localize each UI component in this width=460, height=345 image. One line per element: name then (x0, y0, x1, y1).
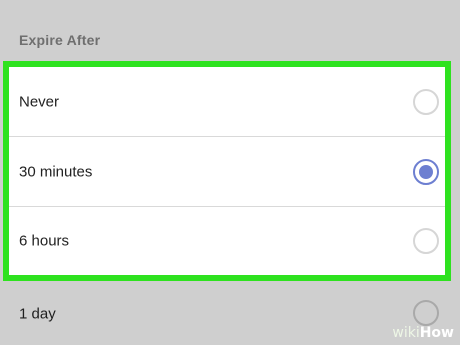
option-label: Never (19, 93, 60, 110)
option-never[interactable]: Never (9, 67, 445, 137)
option-label: 30 minutes (19, 163, 93, 180)
section-title: Expire After (19, 32, 101, 48)
option-30-minutes[interactable]: 30 minutes (9, 137, 445, 207)
option-6-hours[interactable]: 6 hours (9, 207, 445, 275)
radio-unchecked-icon[interactable] (413, 88, 439, 115)
option-label: 6 hours (19, 232, 70, 250)
radio-checked-icon[interactable] (413, 158, 439, 185)
watermark-suffix: How (419, 325, 454, 341)
watermark-prefix: wiki (392, 325, 420, 341)
radio-unchecked-icon[interactable] (413, 228, 439, 254)
option-1-day[interactable]: 1 day (0, 282, 460, 345)
wikihow-watermark: wikiHow (392, 325, 454, 341)
radio-dot (419, 164, 433, 179)
option-label: 1 day (19, 305, 56, 323)
expire-settings-screen: Expire After Never 30 minutes 6 hours 1 … (0, 0, 460, 345)
radio-unchecked-icon[interactable] (413, 300, 439, 326)
